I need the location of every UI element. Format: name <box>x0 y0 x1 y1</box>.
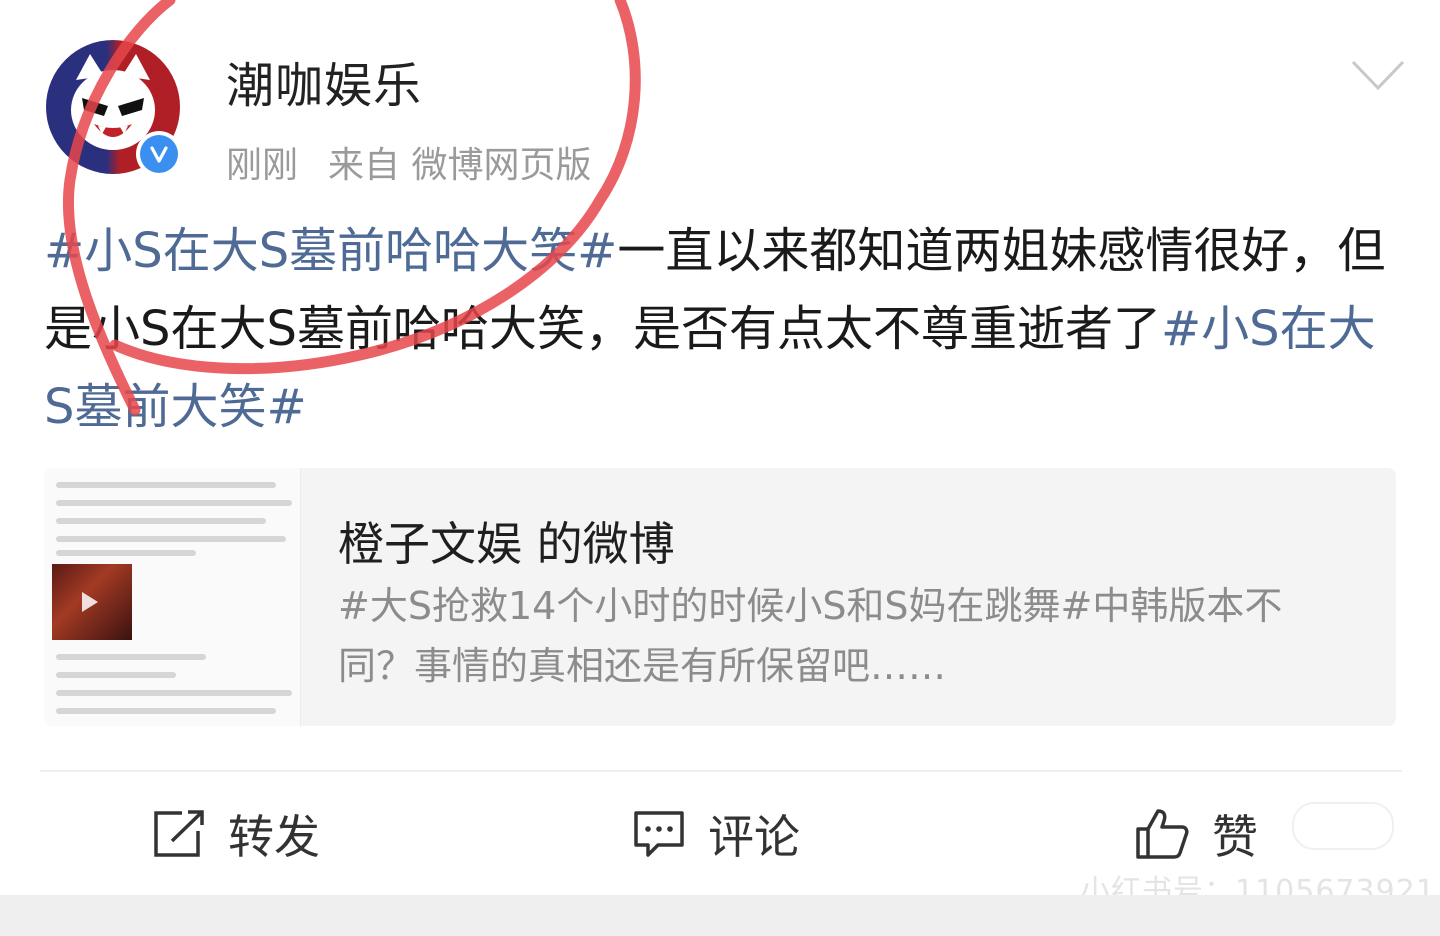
faint-badge <box>1292 802 1394 850</box>
author-name[interactable]: 潮咖娱乐 <box>226 46 422 116</box>
like-icon <box>1136 809 1189 859</box>
play-icon <box>82 592 98 612</box>
quoted-thumbnail <box>44 468 301 726</box>
video-thumbnail <box>52 564 132 640</box>
divider <box>40 770 1402 772</box>
quoted-text: #大S抢救14个小时的时候小S和S妈在跳舞#中韩版本不同？事情的真相还是有所保留… <box>338 584 1283 688</box>
comment-button[interactable]: 评论 <box>632 796 800 872</box>
post-source: 来自 微博网页版 <box>328 145 592 186</box>
weibo-post: 潮咖娱乐 刚刚 来自 微博网页版 #小S在大S墓前哈哈大笑#一直以来都知道两姐妹感… <box>0 0 1440 909</box>
verified-icon <box>150 146 168 163</box>
like-label: 赞 <box>1212 810 1258 864</box>
comment-label: 评论 <box>708 810 800 864</box>
repost-icon <box>154 810 204 857</box>
post-meta: 刚刚 来自 微博网页版 <box>226 136 591 188</box>
verified-badge <box>136 131 182 177</box>
quoted-title: 橙子文娱 的微博 <box>338 517 675 571</box>
comment-icon <box>634 811 684 857</box>
repost-label: 转发 <box>228 810 320 864</box>
post-text: #小S在大S墓前哈哈大笑#一直以来都知道两姐妹感情很好，但是小S在大S墓前哈哈大… <box>44 212 1404 446</box>
hashtag-link[interactable]: #小S在大S墓前哈哈大笑# <box>44 223 617 279</box>
repost-button[interactable]: 转发 <box>152 796 320 872</box>
post-time: 刚刚 <box>226 145 299 186</box>
like-button[interactable]: 赞 <box>1134 796 1258 872</box>
chevron-down-icon[interactable] <box>1350 56 1406 94</box>
bottom-strip <box>0 895 1440 936</box>
quoted-weibo-card[interactable]: 橙子文娱 的微博 #大S抢救14个小时的时候小S和S妈在跳舞#中韩版本不同？事情… <box>44 468 1396 726</box>
